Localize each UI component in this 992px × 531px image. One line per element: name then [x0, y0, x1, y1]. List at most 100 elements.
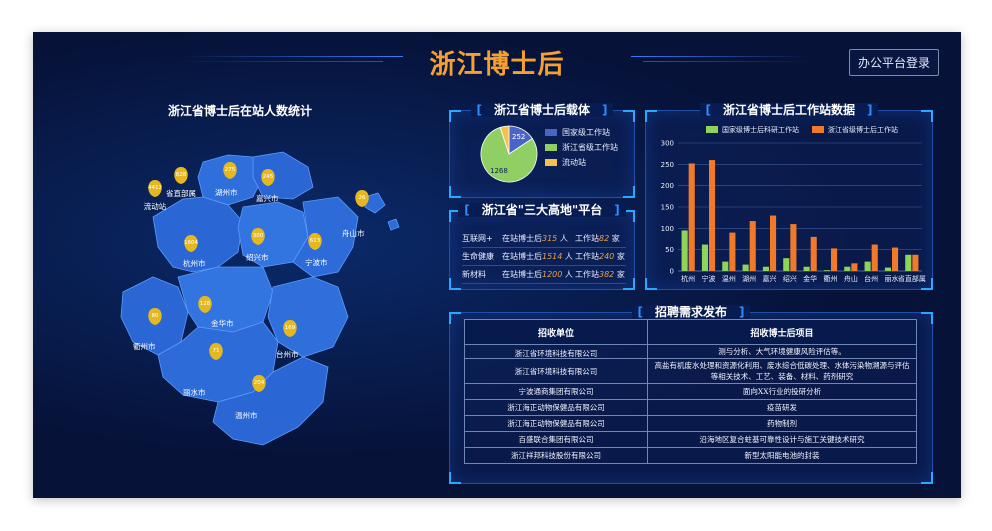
- pin-value: 80: [152, 313, 159, 319]
- pin-label: 嘉兴市: [256, 193, 279, 203]
- carrier-pie-chart: [480, 125, 538, 183]
- x-tick-label: 台州: [864, 274, 878, 283]
- highlands-row: 新材料 在站博士后1200 人 工作站382 家: [462, 265, 626, 284]
- table-row[interactable]: 浙江祥邦科技股份有限公司 新型太阳能电池的封装: [464, 447, 917, 464]
- recruit-table-scroll[interactable]: 招收单位 招收博士后项目 浙江省环境科技有限公司 测与分析、大气环境健康风险评估…: [464, 319, 919, 475]
- pin-value: 4412: [148, 185, 162, 191]
- bar-provincial: [770, 215, 777, 271]
- table-row[interactable]: 浙江海正动物保健品有限公司 疫苗研发: [464, 399, 917, 416]
- pin-value: 245: [263, 174, 274, 180]
- cell-unit: 浙江祥邦科技股份有限公司: [464, 447, 648, 464]
- table-row[interactable]: 浙江省环境科技有限公司 测与分析、大气环境健康风险评估等。: [464, 344, 917, 359]
- bar-provincial: [892, 247, 899, 271]
- cell-unit: 浙江省环境科技有限公司: [464, 358, 648, 384]
- pin-label: 绍兴市: [246, 252, 269, 262]
- table-row[interactable]: 宁波通商集团有限公司 面向XX行业的投研分析: [464, 383, 917, 400]
- pin-label: 温州市: [235, 410, 258, 420]
- col-header-unit: 招收单位: [464, 319, 648, 345]
- bar-provincial: [688, 163, 695, 271]
- highlands-row: 生命健康 在站博士后1514 人 工作站240 家: [462, 247, 626, 266]
- pin-label: 台州市: [276, 349, 299, 359]
- bar-national: [681, 230, 688, 271]
- cell-unit: 百盛联合集团有限公司: [464, 431, 648, 448]
- pin-value: 169: [285, 325, 296, 331]
- pin-label: 舟山市: [342, 228, 365, 238]
- carrier-panel-title: [浙江省博士后载体]: [450, 101, 634, 118]
- pin-liudongzhan: 4412 流动站: [144, 180, 167, 211]
- y-tick-label: 50: [665, 246, 674, 254]
- workstation-bar-chart: 国家级博士后科研工作站 浙江省级博士后工作站 0 50 100 150 200 250 30…: [661, 125, 926, 283]
- pin-label: 杭州市: [183, 258, 206, 268]
- bar-provincial: [831, 248, 838, 271]
- office-login-button[interactable]: 办公平台登录: [848, 49, 939, 76]
- legend-mobile-station: 流动站: [545, 157, 586, 168]
- workstation-panel: [浙江省博士后工作站数据] 国家级博士后科研工作站 浙江省级博士后工作站 0 50…: [645, 103, 933, 290]
- cell-unit: 浙江海正动物保健品有限公司: [464, 415, 648, 432]
- legend-swatch-national: [706, 126, 718, 133]
- x-tick-label: 杭州: [681, 274, 695, 283]
- legend-national-station: 国家级工作站: [545, 127, 610, 138]
- pin-label: 衢州市: [133, 341, 156, 351]
- x-tick-label: 丽水: [885, 274, 899, 283]
- x-tick-label: 湖州: [742, 274, 756, 283]
- region-zhoushan: [364, 192, 400, 231]
- bar-national: [762, 266, 769, 271]
- pin-shengzhibushu: 828 省直部属: [166, 167, 196, 198]
- bar-national: [783, 258, 790, 271]
- recruit-panel-title: [招聘需求发布]: [450, 303, 932, 320]
- legend-swatch-provincial: [812, 126, 824, 133]
- pin-value: 275: [225, 167, 236, 173]
- page-title: 浙江博士后: [429, 50, 565, 80]
- x-tick-label: 金华: [803, 274, 817, 283]
- cell-unit: 宁波通商集团有限公司: [464, 383, 648, 400]
- pin-value: 26: [359, 195, 366, 201]
- table-row[interactable]: 浙江海正动物保健品有限公司 药物制剂: [464, 415, 917, 432]
- region-taizhou: [267, 276, 349, 358]
- region-label-lishui: 丽水市: [183, 387, 206, 397]
- y-tick-label: 250: [661, 161, 674, 169]
- pin-value: 204: [254, 380, 265, 386]
- cell-project: 沿海地区复合蛀基可靠性设计与施工关键技术研究: [647, 431, 917, 448]
- table-row[interactable]: 浙江省环境科技有限公司 高盐有机废水处理和资源化利用、废水综合低碳处理、水体污染…: [464, 358, 917, 384]
- x-tick-label: 绍兴: [783, 274, 797, 283]
- cell-project: 疫苗研发: [647, 399, 917, 416]
- x-tick-label: 舟山: [844, 274, 858, 283]
- bar-national: [844, 266, 851, 271]
- x-tick-label: 宁波: [702, 274, 716, 283]
- pin-label: 流动站: [144, 201, 167, 211]
- y-tick-label: 0: [670, 268, 674, 276]
- legend-label-national: 国家级博士后科研工作站: [722, 125, 799, 134]
- pin-value: 71: [213, 348, 220, 354]
- bar-provincial: [851, 263, 858, 271]
- table-row[interactable]: 百盛联合集团有限公司 沿海地区复合蛀基可靠性设计与施工关键技术研究: [464, 431, 917, 448]
- bar-provincial: [790, 224, 797, 271]
- bar-national: [884, 267, 891, 271]
- dashboard-screen: 浙江博士后 办公平台登录 浙江省博士后在站人数统计 4412 流动站 828 省…: [33, 32, 961, 498]
- bar-national: [823, 270, 830, 271]
- map-title: 浙江省博士后在站人数统计: [168, 104, 313, 118]
- highlands-row: 互联网+ 在站博士后315 人 工作站82 家: [462, 229, 626, 248]
- bar-national: [905, 254, 912, 271]
- cell-project: 面向XX行业的投研分析: [647, 383, 917, 400]
- cell-project: 测与分析、大气环境健康风险评估等。: [647, 344, 917, 359]
- pie-label-national: 252: [512, 133, 526, 141]
- bar-provincial: [729, 232, 736, 271]
- x-tick-label: 衢州: [824, 274, 838, 283]
- bar-national: [701, 244, 708, 271]
- x-tick-label: 温州: [722, 274, 736, 283]
- pin-label: 湖州市: [215, 187, 238, 197]
- pin-value: 613: [310, 238, 321, 244]
- pin-label: 金华市: [211, 318, 234, 328]
- bar-provincial: [912, 254, 919, 271]
- y-tick-label: 100: [661, 225, 674, 233]
- pin-value: 300: [253, 233, 264, 239]
- bar-provincial: [709, 160, 716, 271]
- legend-provincial-station: 浙江省级工作站: [545, 142, 618, 153]
- x-tick-label: 嘉兴: [763, 274, 777, 283]
- zhejiang-map: 4412 流动站 828 省直部属 275 湖州市 245 嘉兴市 26 舟山市…: [120, 151, 400, 446]
- cell-project: 高盐有机废水处理和资源化利用、废水综合低碳处理、水体污染物溯源与评估等相关技术、…: [647, 358, 917, 384]
- bar-provincial: [749, 221, 756, 271]
- bar-provincial: [810, 236, 817, 271]
- carrier-panel: [浙江省博士后载体] 252 1268 国家级工作站 浙江省级工作站 流动站: [449, 103, 635, 198]
- legend-label-provincial: 浙江省级博士后工作站: [828, 125, 898, 134]
